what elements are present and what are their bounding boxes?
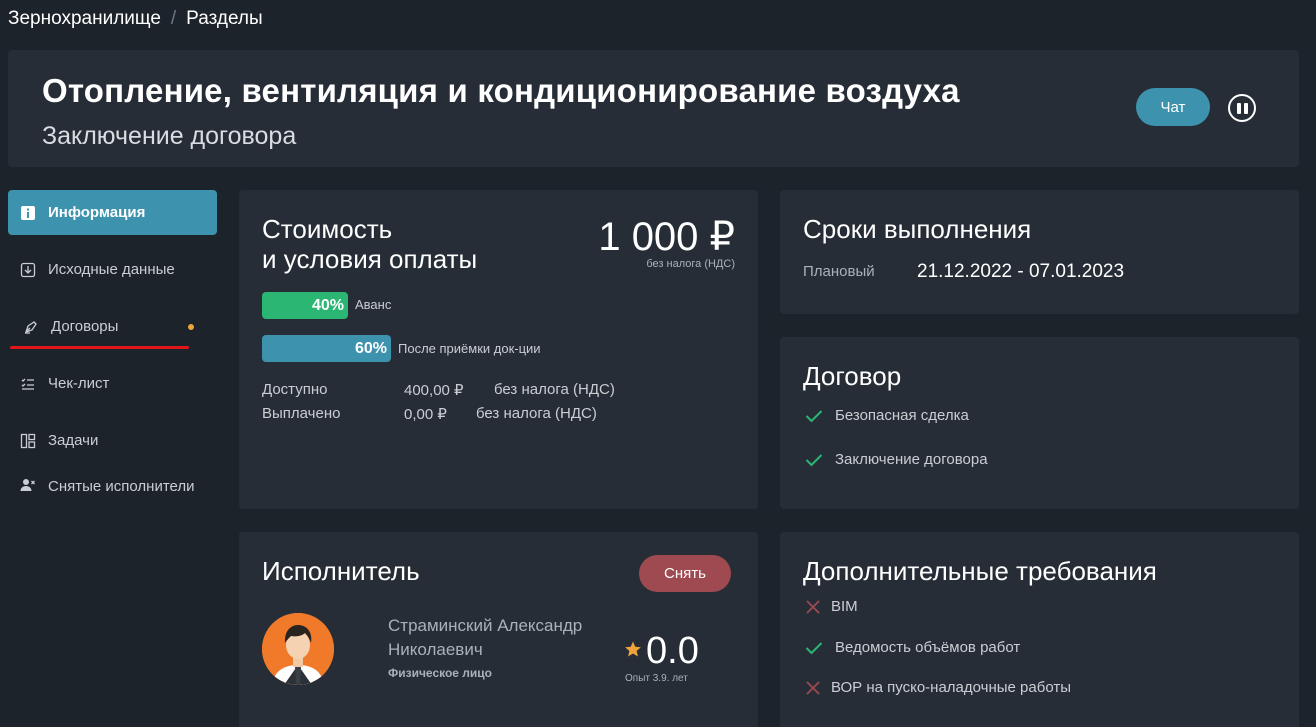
sidebar-item-label: Исходные данные [48,261,175,278]
page-header: Отопление, вентиляция и кондиционировани… [8,50,1299,167]
active-underline [10,346,189,349]
available-note: без налога (НДС) [494,381,615,398]
paid-note: без налога (НДС) [476,405,597,422]
advance-label: Аванс [355,297,392,312]
remove-executor-button[interactable]: Снять [639,555,731,592]
list-item: ВОР на пуско-наладочные работы [805,679,1071,696]
check-icon [805,453,825,467]
sidebar-item-label: Информация [48,204,146,221]
notification-dot [188,324,194,330]
executor-name[interactable]: Страминский Александр Николаевич [388,614,618,662]
cross-icon [805,599,821,615]
sidebar-item-label: Снятые исполнители [48,478,195,495]
cost-title: Стоимость и условия оплаты [262,214,478,274]
planned-value: 21.12.2022 - 07.01.2023 [917,261,1125,282]
download-icon [20,262,36,278]
price: 1 000 ₽ [598,215,735,259]
after-acceptance-bar: 60% [262,335,391,362]
cost-card: Стоимость и условия оплаты 1 000 ₽ без н… [239,190,758,509]
sidebar: Информация Исходные данные Договоры Чек-… [8,190,217,539]
pen-icon [23,319,39,335]
sidebar-item-label: Задачи [48,432,99,449]
list-item: Безопасная сделка [805,407,969,424]
info-icon [20,205,36,221]
terms-title: Сроки выполнения [803,214,1032,244]
extra-requirements-card: Дополнительные требования BIM Ведомость … [780,532,1299,727]
executor-type: Физическое лицо [388,666,493,680]
sidebar-item-tasks[interactable]: Задачи [8,418,217,463]
breadcrumb-current[interactable]: Разделы [186,8,262,30]
price-note: без налога (НДС) [646,258,735,270]
sidebar-item-removed-executors[interactable]: Снятые исполнители [8,475,217,527]
sidebar-item-label: Договоры [51,318,119,335]
contract-title: Договор [803,361,902,391]
breadcrumb: Зернохранилище / Разделы [8,8,263,30]
extra-title: Дополнительные требования [803,556,1157,586]
pause-icon[interactable] [1228,94,1256,122]
advance-bar: 40% [262,292,348,319]
avatar[interactable] [262,613,334,685]
chat-button[interactable]: Чат [1136,88,1210,126]
sidebar-item-info[interactable]: Информация [8,190,217,235]
paid-value: 0,00 ₽ [404,406,447,423]
page-subtitle: Заключение договора [42,122,297,150]
star-icon [624,640,642,663]
list-item: Ведомость объёмов работ [805,639,1020,656]
available-label: Доступно [262,381,328,398]
cross-icon [805,680,821,696]
page-title: Отопление, вентиляция и кондиционировани… [42,72,960,109]
experience: Опыт 3.9. лет [625,673,688,684]
board-icon [20,433,36,449]
rating-value: 0.0 [646,630,699,672]
sidebar-item-checklist[interactable]: Чек-лист [8,361,217,406]
sidebar-item-label: Чек-лист [48,375,110,392]
breadcrumb-root[interactable]: Зернохранилище [8,8,161,30]
terms-card: Сроки выполнения Плановый 21.12.2022 - 0… [780,190,1299,314]
list-item: BIM [805,598,858,615]
paid-label: Выплачено [262,405,341,422]
user-removed-icon [20,477,36,493]
planned-label: Плановый [803,263,875,280]
contract-card: Договор Безопасная сделка Заключение дог… [780,337,1299,509]
executor-card: Исполнитель Снять Страминский Александр … [239,532,758,727]
executor-title: Исполнитель [262,556,420,586]
sidebar-item-contracts[interactable]: Договоры [8,304,217,349]
after-acceptance-label: После приёмки док-ции [398,341,541,356]
breadcrumb-separator: / [170,8,177,29]
check-icon [805,641,825,655]
checklist-icon [20,376,36,392]
available-value: 400,00 ₽ [404,382,464,399]
rating: 0.0 [624,630,699,673]
list-item: Заключение договора [805,451,988,468]
check-icon [805,409,825,423]
sidebar-item-source-data[interactable]: Исходные данные [8,247,217,292]
